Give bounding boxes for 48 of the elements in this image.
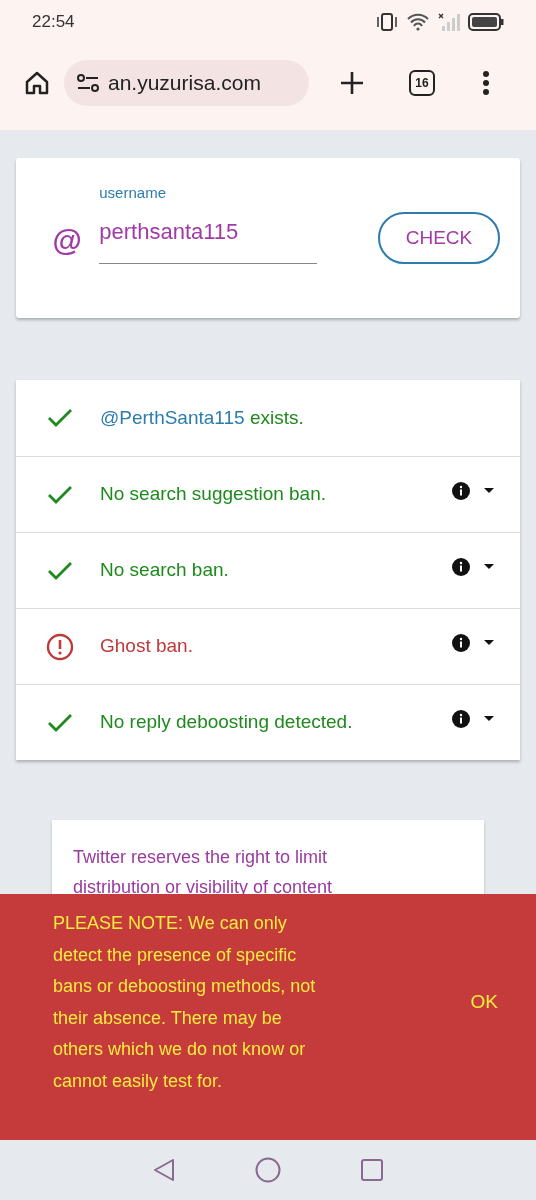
notice-text: PLEASE NOTE: We can only detect the presence of specific bans or deboosting methods, not their absence. There may be others which we do not know or cannot easily test for. bbox=[53, 912, 317, 1093]
home-nav-button[interactable] bbox=[255, 1157, 281, 1183]
at-sign: @ bbox=[52, 223, 82, 259]
caret-icon bbox=[484, 639, 494, 646]
menu-button[interactable] bbox=[481, 70, 491, 96]
check-icon bbox=[47, 712, 73, 733]
plus-icon bbox=[340, 71, 364, 95]
alert-icon bbox=[46, 632, 74, 661]
info-toggle[interactable] bbox=[452, 633, 494, 652]
back-button[interactable] bbox=[153, 1158, 175, 1182]
result-text: Ghost ban. bbox=[100, 634, 193, 659]
info-icon bbox=[452, 633, 470, 652]
site-settings-icon bbox=[76, 73, 100, 93]
info-toggle[interactable] bbox=[452, 481, 494, 500]
caret-icon bbox=[484, 715, 494, 722]
check-icon bbox=[47, 560, 73, 581]
caret-icon bbox=[484, 487, 494, 494]
result-text: No reply deboosting detected. bbox=[100, 710, 353, 735]
recents-button[interactable] bbox=[361, 1159, 383, 1181]
result-text: No search suggestion ban. bbox=[100, 482, 327, 507]
info-toggle[interactable] bbox=[452, 557, 494, 576]
info-icon bbox=[452, 709, 470, 728]
vibrate-icon bbox=[376, 13, 398, 31]
username-field[interactable]: username perthsanta115 bbox=[99, 182, 318, 264]
more-icon bbox=[482, 70, 490, 96]
info-toggle[interactable] bbox=[452, 709, 494, 728]
circle-icon bbox=[255, 1157, 281, 1183]
address-bar[interactable]: an.yuzurisa.com bbox=[64, 60, 309, 106]
info-icon bbox=[452, 557, 470, 576]
info-text: Twitter reserves the right to limit bbox=[73, 846, 329, 869]
check-button[interactable]: CHECK bbox=[378, 212, 500, 264]
result-text: No search ban. bbox=[100, 558, 229, 583]
status-time: 22:54 bbox=[32, 11, 75, 34]
battery-icon bbox=[468, 13, 504, 31]
check-icon bbox=[47, 408, 73, 428]
tab-count-button[interactable]: 16 bbox=[409, 70, 435, 96]
square-icon bbox=[361, 1159, 383, 1181]
wifi-icon bbox=[406, 13, 430, 31]
caret-icon bbox=[484, 563, 494, 570]
ok-button[interactable]: OK bbox=[462, 984, 506, 1021]
result-text: @PerthSanta115 exists. bbox=[100, 405, 304, 430]
home-icon bbox=[24, 70, 50, 96]
info-text: distribution or visibility of content bbox=[73, 876, 334, 899]
back-icon bbox=[153, 1158, 175, 1182]
info-icon bbox=[452, 481, 470, 500]
url-text: an.yuzurisa.com bbox=[108, 70, 261, 97]
signal-icon bbox=[438, 13, 460, 31]
check-icon bbox=[47, 484, 73, 505]
